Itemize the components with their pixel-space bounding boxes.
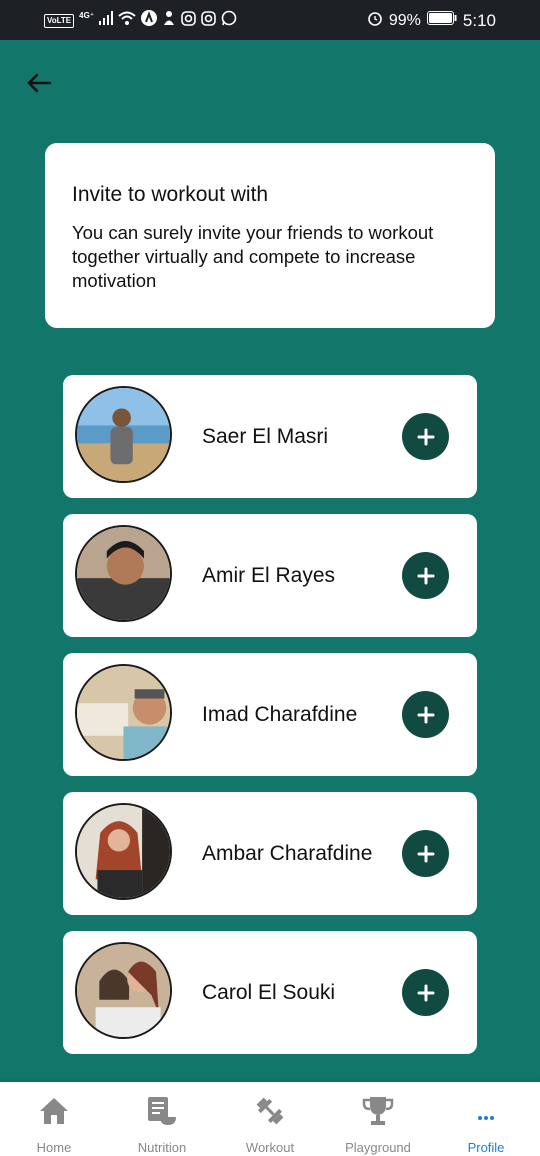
nav-item-nutrition[interactable]: Nutrition (108, 1082, 216, 1156)
plus-icon (417, 428, 434, 445)
friend-card: Ambar Charafdine (63, 792, 477, 915)
add-friend-button[interactable] (402, 969, 449, 1016)
nav-label: Playground (345, 1140, 411, 1155)
status-icons-left: VoLTE 4G⁺ (44, 10, 237, 31)
avatar (75, 386, 172, 483)
intro-title: Invite to workout with (72, 183, 269, 206)
battery-icon (426, 11, 457, 30)
friend-card: Amir El Rayes (63, 514, 477, 637)
friend-card: Imad Charafdine (63, 653, 477, 776)
plus-icon (417, 984, 434, 1001)
more-icon (469, 1094, 503, 1128)
avatar (75, 525, 172, 622)
friend-card: Carol El Souki (63, 931, 477, 1054)
wifi-icon (118, 11, 136, 30)
nav-item-profile[interactable]: Profile (432, 1082, 540, 1156)
add-friend-button[interactable] (402, 830, 449, 877)
intro-body: You can surely invite your friends to wo… (72, 222, 434, 291)
whatsapp-icon (221, 10, 237, 31)
nav-label: Nutrition (137, 1140, 187, 1155)
bottom-nav: Home Nutrition Workout Playground Profil… (0, 1082, 540, 1156)
nav-item-workout[interactable]: Workout (216, 1082, 324, 1156)
avatar (75, 664, 172, 761)
friend-card: Saer El Masri (63, 375, 477, 498)
plus-icon (417, 706, 434, 723)
friend-name: Imad Charafdine (202, 702, 358, 726)
back-button[interactable] (22, 66, 56, 100)
nav-app-icon (141, 10, 158, 31)
nav-item-home[interactable]: Home (0, 1082, 108, 1156)
trophy-icon (361, 1094, 395, 1128)
avatar (75, 803, 172, 900)
workout-icon (253, 1094, 287, 1128)
add-friend-button[interactable] (402, 691, 449, 738)
intro-card: Invite to workout with You can surely in… (45, 143, 495, 328)
network-type: 4G⁺ (79, 11, 95, 20)
friend-name: Saer El Masri (202, 424, 329, 448)
friend-name: Carol El Souki (202, 980, 336, 1004)
add-friend-button[interactable] (402, 413, 449, 460)
nav-item-playground[interactable]: Playground (324, 1082, 432, 1156)
home-icon (38, 1094, 70, 1128)
signal-icon (99, 11, 114, 30)
nutrition-icon (146, 1094, 178, 1128)
friend-name: Ambar Charafdine (202, 841, 373, 865)
add-friend-button[interactable] (402, 552, 449, 599)
instagram-icon (181, 10, 196, 31)
arrow-left-icon (27, 73, 52, 93)
status-bar: VoLTE 4G⁺ 99% 5:10 (0, 0, 540, 40)
friend-list: Saer El Masri Amir El Rayes Imad Charafd… (63, 375, 477, 1070)
avatar (75, 942, 172, 1039)
plus-icon (417, 567, 434, 584)
nav-label: Workout (245, 1140, 295, 1155)
notification-app-icon (162, 10, 176, 31)
clock: 5:10 (462, 10, 496, 30)
volte-indicator: VoLTE (44, 13, 75, 28)
friend-name: Amir El Rayes (202, 563, 336, 587)
battery-percent: 99% (388, 11, 421, 29)
nav-label: Profile (467, 1140, 505, 1155)
status-icons-right: 99% 5:10 (367, 10, 496, 31)
plus-icon (417, 845, 434, 862)
instagram-icon-2 (201, 10, 216, 31)
nav-label: Home (36, 1140, 72, 1155)
alarm-icon (367, 10, 383, 31)
